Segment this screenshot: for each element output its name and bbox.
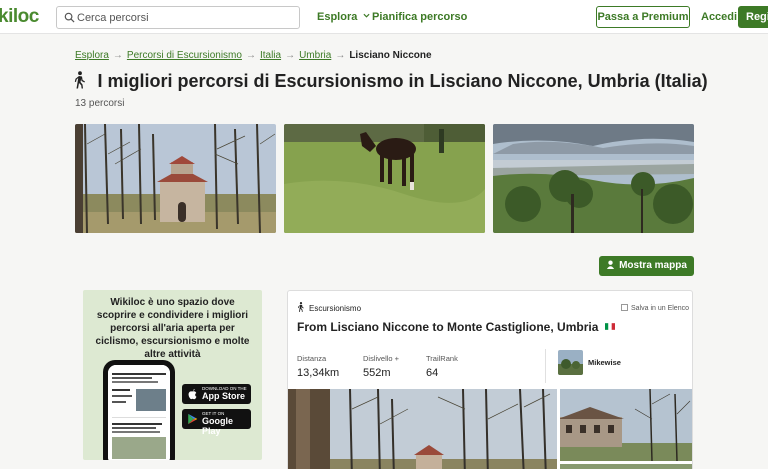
save-list-label: Salva in un Elenco xyxy=(631,305,689,312)
breadcrumb-separator: → xyxy=(245,50,256,61)
hiker-icon xyxy=(74,71,85,89)
gplay-big-text: Google Play xyxy=(202,416,233,436)
breadcrumb-current: Lisciano Niccone xyxy=(349,50,432,61)
page-title: I migliori percorsi di Escursionismo in … xyxy=(97,71,708,91)
search-icon xyxy=(64,12,75,23)
breadcrumb-umbria[interactable]: Umbria xyxy=(299,50,331,61)
italy-flag-icon xyxy=(604,323,615,330)
trail-activity: Escursionismo xyxy=(297,301,361,313)
phone-mockup xyxy=(103,360,175,460)
trail-photo-main[interactable] xyxy=(288,389,557,469)
breadcrumb-separator: → xyxy=(285,50,296,61)
appstore-big-text: App Store xyxy=(202,391,246,401)
google-play-icon xyxy=(188,413,198,425)
divider xyxy=(545,349,546,383)
trail-photo-side-2[interactable] xyxy=(560,464,692,469)
breadcrumb-hiking[interactable]: Percorsi di Escursionismo xyxy=(127,50,242,61)
save-checkbox[interactable] xyxy=(621,304,628,311)
photo-horse[interactable] xyxy=(284,124,485,233)
author-avatar[interactable] xyxy=(558,350,583,375)
breadcrumb-separator: → xyxy=(335,50,346,61)
breadcrumb: Esplora → Percorsi di Escursionismo → Italia… xyxy=(75,50,432,61)
app-promo-panel: Wikiloc è uno spazio dove scoprire e con… xyxy=(83,290,262,460)
stat-distance: Distanza 13,34km xyxy=(297,354,339,379)
top-header: kiloc Esplora Pianifica percorso Passa a… xyxy=(0,0,768,34)
stat-label: Dislivello + xyxy=(363,354,400,363)
photo-chapel[interactable] xyxy=(75,124,276,233)
author-name[interactable]: Mikewise xyxy=(588,358,621,367)
show-map-button[interactable]: Mostra mappa xyxy=(599,256,694,276)
stat-label: Distanza xyxy=(297,354,327,363)
photo-lake-view[interactable] xyxy=(493,124,694,233)
register-button[interactable]: Regi xyxy=(738,6,768,28)
page-heading: I migliori percorsi di Escursionismo in … xyxy=(73,71,708,95)
chevron-down-icon xyxy=(363,13,370,18)
trail-activity-label: Escursionismo xyxy=(309,304,362,313)
trail-card[interactable]: Escursionismo Salva in un Elenco From Li… xyxy=(287,290,693,469)
trail-title[interactable]: From Lisciano Niccone to Monte Castiglio… xyxy=(297,320,615,334)
stat-elevation: Dislivello + 552m xyxy=(363,354,399,379)
login-link[interactable]: Accedi xyxy=(701,11,737,23)
search-box[interactable] xyxy=(56,6,300,29)
app-store-button[interactable]: Download on the App Store xyxy=(182,384,251,404)
promo-text: Wikiloc è uno spazio dove scoprire e con… xyxy=(95,297,250,360)
trail-photo-side[interactable] xyxy=(560,389,692,461)
apple-icon xyxy=(188,388,197,400)
trail-count: 13 percorsi xyxy=(75,98,125,109)
breadcrumb-separator: → xyxy=(112,50,123,61)
nav-plan-route[interactable]: Pianifica percorso xyxy=(372,11,467,23)
premium-button[interactable]: Passa a Premium xyxy=(596,6,690,28)
hiker-icon xyxy=(298,302,304,312)
breadcrumb-explore[interactable]: Esplora xyxy=(75,50,109,61)
save-to-list[interactable]: Salva in un Elenco xyxy=(621,304,689,312)
search-input[interactable] xyxy=(77,9,292,26)
wikiloc-logo[interactable]: kiloc xyxy=(0,6,39,28)
stat-value: 13,34km xyxy=(297,367,340,379)
stat-value: 64 xyxy=(426,367,439,379)
nav-explore[interactable]: Esplora xyxy=(317,11,370,23)
nav-explore-label: Esplora xyxy=(317,11,358,23)
stat-value: 552m xyxy=(363,367,391,379)
trail-title-text: From Lisciano Niccone to Monte Castiglio… xyxy=(297,320,599,334)
phone-screen xyxy=(108,365,170,460)
breadcrumb-italy[interactable]: Italia xyxy=(260,50,281,61)
map-pin-icon xyxy=(606,260,615,269)
google-play-button[interactable]: GET IT ON Google Play xyxy=(182,409,251,436)
show-map-label: Mostra mappa xyxy=(619,260,687,271)
stat-trailrank: TrailRank 64 xyxy=(426,354,458,379)
stat-label: TrailRank xyxy=(426,354,458,363)
